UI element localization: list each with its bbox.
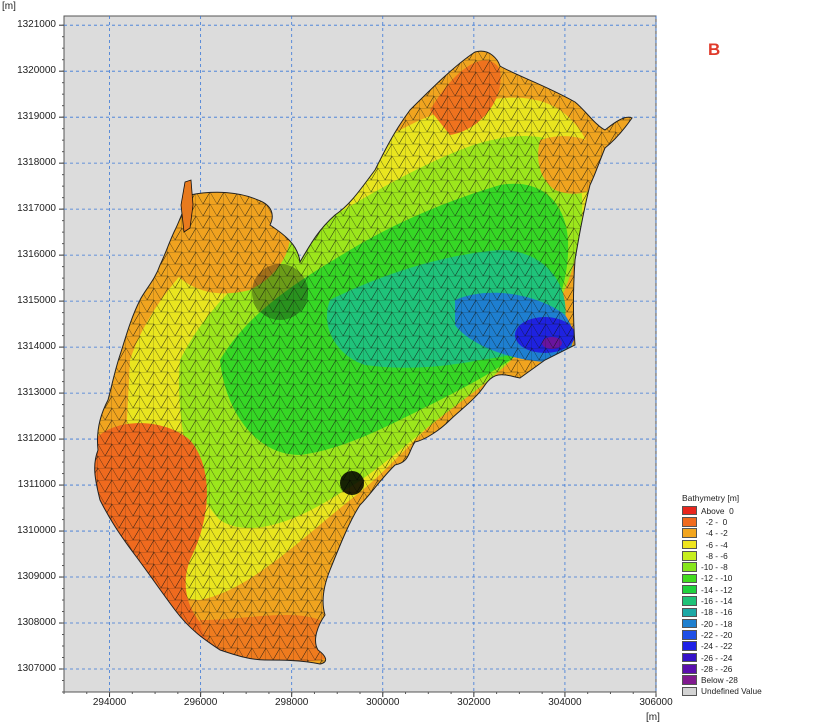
legend-entry: -20 - -18	[682, 618, 782, 629]
dense-mesh-south	[340, 471, 364, 495]
panel-label: B	[708, 40, 721, 59]
legend-swatch	[682, 505, 697, 516]
legend-label: -10 - -8	[701, 562, 728, 573]
x-axis-ticks	[63, 692, 657, 697]
legend-label: -8 - -6	[701, 550, 728, 561]
legend-label: -16 - -14	[701, 596, 733, 607]
legend-swatch	[682, 618, 697, 629]
legend-entry: -4 - -2	[682, 528, 782, 539]
dense-mesh-west	[252, 264, 308, 320]
legend-entry: -6 - -4	[682, 539, 782, 550]
legend-label: Undefined Value	[701, 686, 762, 697]
legend-entry: Below -28	[682, 674, 782, 685]
bathymetry-legend: Bathymetry [m] Above 0 -2 - 0 -4 - -2 -6…	[682, 493, 782, 697]
legend-entry: -28 - -26	[682, 663, 782, 674]
legend-label: -26 - -24	[701, 652, 733, 663]
y-axis-ticks	[59, 24, 64, 693]
legend-entry: -14 - -12	[682, 584, 782, 595]
legend-swatch	[682, 652, 697, 663]
legend-entry: Above 0	[682, 505, 782, 516]
legend-swatch	[682, 641, 697, 651]
legend-label: -12 - -10	[701, 573, 733, 584]
legend-entry: -26 - -24	[682, 652, 782, 663]
legend-label: -28 - -26	[701, 663, 733, 674]
legend-label: -20 - -18	[701, 618, 733, 629]
legend-swatch	[682, 539, 697, 550]
legend-swatch	[682, 517, 697, 527]
legend-label: Below -28	[701, 675, 738, 686]
legend-swatch	[682, 630, 697, 640]
legend-swatch	[682, 607, 697, 618]
legend-entry: -8 - -6	[682, 550, 782, 561]
legend-entry: -12 - -10	[682, 573, 782, 584]
legend-label: -14 - -12	[701, 584, 733, 595]
legend-entry: -10 - -8	[682, 561, 782, 572]
legend-swatch	[682, 551, 697, 561]
legend-title: Bathymetry [m]	[682, 493, 740, 503]
legend-swatch	[682, 686, 697, 697]
legend-swatch	[682, 596, 697, 606]
legend-swatch	[682, 573, 697, 584]
legend-label: -24 - -22	[701, 641, 733, 652]
legend-entry: -2 - 0	[682, 516, 782, 527]
legend-label: -2 - 0	[701, 516, 728, 527]
legend-label: -6 - -4	[701, 539, 728, 550]
legend-swatch	[682, 562, 697, 572]
legend-label: -18 - -16	[701, 607, 733, 618]
legend-label: -22 - -20	[701, 629, 733, 640]
legend-swatch	[682, 664, 697, 674]
legend-swatch	[682, 675, 697, 685]
legend-label: Above 0	[701, 505, 734, 516]
legend-swatch	[682, 584, 697, 595]
legend-label: -4 - -2	[701, 528, 728, 539]
legend-swatch	[682, 528, 697, 538]
legend-entry: -22 - -20	[682, 629, 782, 640]
legend-entry: -18 - -16	[682, 607, 782, 618]
legend-entry: -24 - -22	[682, 641, 782, 652]
legend-entry: Undefined Value	[682, 686, 782, 697]
legend-entry: -16 - -14	[682, 595, 782, 606]
